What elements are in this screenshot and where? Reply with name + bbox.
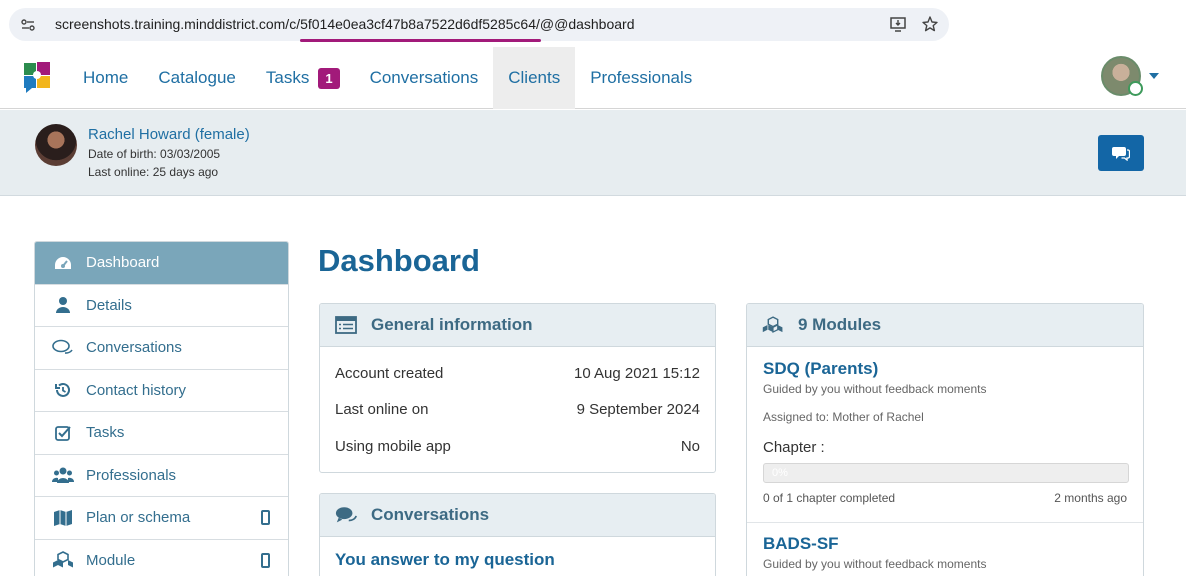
client-last-online: Last online: 25 days ago xyxy=(88,165,219,179)
bookmark-star-icon[interactable] xyxy=(921,15,939,33)
info-row-account-created: Account created 10 Aug 2021 15:12 xyxy=(335,365,700,382)
module-divider xyxy=(747,522,1143,523)
general-information-header: General information xyxy=(320,304,715,347)
module-title-link[interactable]: BADS-SF xyxy=(763,534,839,554)
sidebar-item-contact-history[interactable]: Contact history xyxy=(35,370,288,412)
sidebar-item-professionals[interactable]: Professionals xyxy=(35,455,288,497)
client-avatar xyxy=(35,124,77,166)
dashboard-icon xyxy=(52,253,74,273)
sidebar-item-conversations[interactable]: Conversations xyxy=(35,327,288,370)
sidebar-item-label: Tasks xyxy=(86,424,125,442)
site-info-icon[interactable] xyxy=(20,17,36,33)
sidebar-item-dashboard[interactable]: Dashboard xyxy=(35,242,288,285)
address-bar[interactable]: screenshots.training.minddistrict.com/c/… xyxy=(9,8,949,42)
url-prefix: screenshots.training.minddistrict.com/c/ xyxy=(55,16,301,32)
nav-home-label: Home xyxy=(83,68,129,87)
nav-professionals[interactable]: Professionals xyxy=(575,47,707,109)
sidebar-item-tasks[interactable]: Tasks xyxy=(35,412,288,455)
sidebar-item-label: Details xyxy=(86,296,132,314)
nav-conversations-label: Conversations xyxy=(369,68,479,87)
sidebar-item-label: Plan or schema xyxy=(86,509,191,527)
module-assigned: Assigned to: Mother of Rachel xyxy=(763,410,924,424)
info-value: 9 September 2024 xyxy=(576,401,700,418)
info-row-mobile-app: Using mobile app No xyxy=(335,438,700,455)
check-square-icon xyxy=(52,423,74,443)
nav-tasks-label: Tasks xyxy=(265,68,310,87)
mobile-phone-icon xyxy=(261,552,270,568)
sidebar-item-label: Professionals xyxy=(86,466,177,484)
module-timestamp: 2 months ago xyxy=(1054,491,1127,505)
sidebar-item-label: Contact history xyxy=(86,381,187,399)
conversations-header: Conversations xyxy=(320,494,715,537)
conversations-card: Conversations You answer to my question xyxy=(319,493,716,576)
conversation-link[interactable]: You answer to my question xyxy=(335,550,555,570)
module-title-link[interactable]: SDQ (Parents) xyxy=(763,359,878,379)
modules-header: 9 Modules xyxy=(747,304,1143,347)
module-chapter-label: Chapter : xyxy=(763,439,825,456)
cubes-icon xyxy=(762,315,784,335)
cubes-icon xyxy=(52,550,74,570)
sidebar-item-plan-or-schema[interactable]: Plan or schema xyxy=(35,497,288,540)
progress-label: 0% xyxy=(772,467,788,479)
nav-professionals-label: Professionals xyxy=(590,68,693,87)
module-guidance: Guided by you without feedback moments xyxy=(763,382,987,396)
info-label: Last online on xyxy=(335,401,429,418)
comments-icon xyxy=(1112,147,1130,161)
minddistrict-logo-icon[interactable] xyxy=(22,60,52,94)
info-value: No xyxy=(680,438,700,455)
viewing-eye-icon xyxy=(1128,81,1143,96)
user-icon xyxy=(52,295,74,315)
module-chapter-count: 0 of 1 chapter completed xyxy=(763,491,896,505)
url-highlight-underline xyxy=(300,39,541,42)
nav-catalogue-label: Catalogue xyxy=(158,68,236,87)
history-icon xyxy=(52,380,74,400)
nav-clients[interactable]: Clients xyxy=(493,47,576,109)
module-guidance: Guided by you without feedback moments xyxy=(763,557,987,571)
conversations-heading: Conversations xyxy=(371,505,490,524)
modules-heading: 9 Modules xyxy=(798,315,882,334)
general-information-card: General information Account created 10 A… xyxy=(319,303,716,473)
client-sidebar-menu: Dashboard Details Conversations Contact … xyxy=(34,241,289,576)
mobile-phone-icon xyxy=(261,510,270,525)
tasks-count-badge: 1 xyxy=(318,67,340,89)
sidebar-item-label: Conversations xyxy=(86,339,182,357)
top-navigation: Home Catalogue Tasks 1 Conversations Clie… xyxy=(0,47,1186,109)
start-conversation-button[interactable] xyxy=(1098,135,1144,171)
nav-tasks[interactable]: Tasks 1 xyxy=(251,47,355,109)
url-suffix: /@@dashboard xyxy=(536,16,635,32)
info-label: Using mobile app xyxy=(335,438,451,455)
browser-toolbar: screenshots.training.minddistrict.com/c/… xyxy=(0,0,1186,47)
client-date-of-birth: Date of birth: 03/03/2005 xyxy=(88,147,221,161)
info-value: 10 Aug 2021 15:12 xyxy=(574,365,700,382)
nav-clients-label: Clients xyxy=(508,68,561,87)
client-name[interactable]: Rachel Howard (female) xyxy=(88,126,250,143)
info-row-last-online: Last online on 9 September 2024 xyxy=(335,401,700,418)
page-title: Dashboard xyxy=(318,243,480,278)
nav-home[interactable]: Home xyxy=(68,47,143,109)
module-progress-bar: 0% xyxy=(763,463,1129,483)
sidebar-item-label: Dashboard xyxy=(86,254,160,272)
url-text[interactable]: screenshots.training.minddistrict.com/c/… xyxy=(55,16,634,32)
info-label: Account created xyxy=(335,365,444,382)
user-avatar[interactable] xyxy=(1101,56,1143,96)
comments-icon xyxy=(335,505,357,525)
users-icon xyxy=(52,465,74,485)
sidebar-item-label: Module xyxy=(86,551,136,569)
install-app-icon[interactable] xyxy=(889,15,907,33)
sidebar-item-module[interactable]: Module xyxy=(35,540,288,576)
modules-card: 9 Modules SDQ (Parents) Guided by you wi… xyxy=(746,303,1144,576)
comments-icon xyxy=(52,338,74,358)
nav-conversations[interactable]: Conversations xyxy=(355,47,494,109)
sidebar-item-details[interactable]: Details xyxy=(35,285,288,327)
general-information-heading: General information xyxy=(371,315,533,334)
url-highlight: 5f014e0ea3cf47b8a7522d6df5285c64 xyxy=(300,16,536,32)
nav-catalogue[interactable]: Catalogue xyxy=(143,47,251,109)
map-icon xyxy=(52,508,74,528)
user-menu-chevron-down-icon[interactable] xyxy=(1149,73,1159,79)
client-header: Rachel Howard (female) Date of birth: 03… xyxy=(0,110,1186,196)
list-alt-icon xyxy=(335,315,357,335)
